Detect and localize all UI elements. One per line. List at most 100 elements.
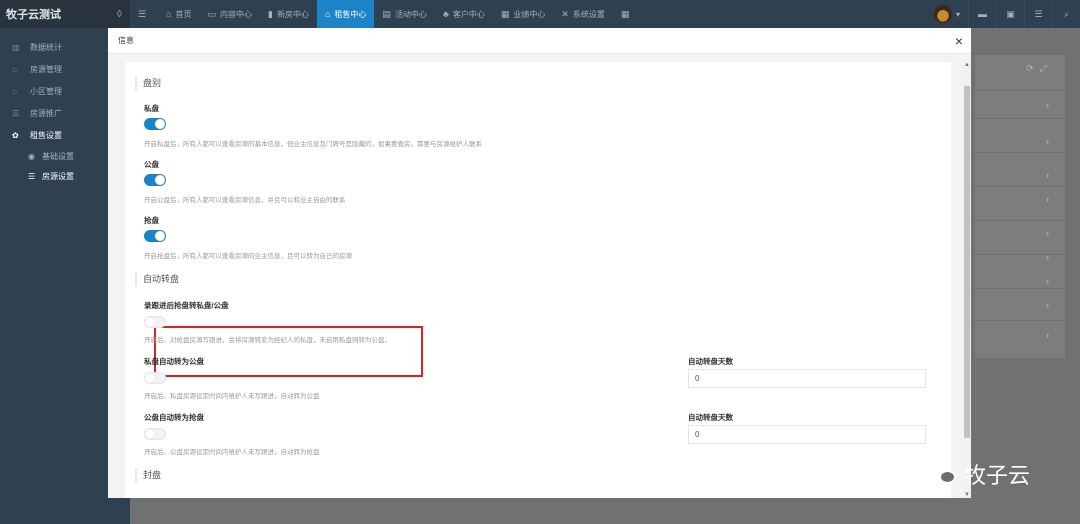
grab-label: 抢盘: [144, 216, 159, 225]
sidebar-item-label: 租售设置: [30, 130, 62, 140]
section-title-seal: 封盘: [135, 468, 161, 482]
public-auto-toggle[interactable]: [144, 428, 166, 440]
fullscreen-icon[interactable]: ▣: [996, 0, 1024, 28]
nav-item-label: 新房中心: [276, 9, 309, 19]
days2-label: 自动转盘天数: [688, 413, 733, 422]
customer-icon: ♣: [442, 9, 449, 19]
nav-item-label: 客户中心: [452, 9, 485, 19]
vertical-scrollbar[interactable]: ▲ ▼: [963, 62, 971, 498]
private-toggle[interactable]: [144, 118, 166, 130]
content-icon: ▭: [207, 8, 217, 19]
home-icon: ⌂: [166, 9, 172, 19]
nav-item-label: 租售中心: [334, 9, 367, 19]
watermark: 牧子云: [930, 458, 1030, 490]
sidebar-subitem-label: 基础设置: [42, 151, 74, 161]
nav-item-customer[interactable]: ♣ 客户中心: [435, 0, 493, 28]
chevron-right-icon: ›: [1046, 100, 1049, 110]
auto-days-input-1[interactable]: [688, 369, 926, 388]
nav-item-menu[interactable]: ☰: [130, 0, 158, 28]
panel-row-divider: [975, 186, 1065, 187]
search-icon[interactable]: ⌕: [1052, 0, 1080, 28]
chart-icon: ▥: [12, 42, 20, 52]
section-title-auto-transfer: 自动转盘: [135, 272, 179, 286]
chevron-right-icon: ›: [1046, 136, 1049, 146]
followup-label: 录跟进后抢盘转私盘/公盘: [144, 301, 229, 310]
nav-item-home[interactable]: ⌂ 首页: [158, 0, 199, 28]
nav-item-grid[interactable]: ▦: [613, 0, 642, 28]
panel-row-divider: [975, 254, 1065, 255]
settings-icon: ✕: [561, 8, 569, 19]
chevron-right-icon: ›: [1046, 276, 1049, 286]
chevron-right-icon: ›: [1046, 194, 1049, 204]
chevron-right-icon: ›: [1046, 252, 1049, 262]
watermark-text: 牧子云: [964, 463, 1031, 488]
chevron-right-icon: ›: [1046, 330, 1049, 340]
activity-icon: ▤: [382, 8, 391, 19]
sidebar-item-label: 小区管理: [30, 86, 62, 96]
sidebar-item-label: 数据统计: [30, 42, 62, 52]
grid-icon: ▦: [620, 8, 630, 19]
water-drop-icon: ◊: [117, 8, 122, 20]
scroll-up-icon[interactable]: ▲: [964, 62, 970, 68]
brand-name: 牧子云测试: [6, 9, 61, 21]
followup-toggle[interactable]: [144, 316, 166, 328]
private-auto-help: 开启后，私盘房源设定时间内维护人未写跟进，自动转为公盘: [144, 393, 320, 400]
chevron-down-icon[interactable]: ▾: [956, 10, 960, 19]
top-right-tools: ▾ ▬ ▣ ☰ ⌕: [933, 0, 1080, 28]
auto-days-input-2[interactable]: [688, 425, 926, 444]
nav-item-label: 首页: [175, 9, 192, 19]
trash-icon[interactable]: ▬: [968, 0, 996, 28]
wechat-icon: [930, 461, 958, 487]
panel-row-divider: [975, 288, 1065, 289]
section-title-pan-type: 盘别: [135, 76, 161, 90]
public-toggle[interactable]: [144, 174, 166, 186]
house-icon: ⌂: [12, 64, 17, 74]
brand: 牧子云测试 ◊: [0, 0, 130, 28]
public-label: 公盘: [144, 160, 159, 169]
avatar[interactable]: [933, 5, 952, 23]
modal-body: 盘别 私盘 开启私盘后，所有人都可以查看房源的基本信息，但业主信息及门牌号是隐藏…: [108, 54, 971, 498]
info-modal: 信息 × 盘别 私盘 开启私盘后，所有人都可以查看房源的基本信息，但业主信息及门…: [108, 28, 971, 498]
menu-icon: ☰: [138, 8, 147, 19]
chevron-right-icon: ›: [1046, 300, 1049, 310]
chevron-right-icon: ›: [1046, 228, 1049, 238]
nav-item-label: 业绩中心: [513, 9, 546, 19]
private-label: 私盘: [144, 104, 159, 113]
community-icon: ⌂: [12, 86, 17, 96]
grab-help: 开启抢盘后，所有人都可以查看房源的业主信息，且可以转为自己的房源: [144, 253, 352, 260]
panel-tool-icons: ⟳⤢: [1026, 63, 1053, 73]
nav-item-label: 内容中心: [220, 9, 253, 19]
private-auto-toggle[interactable]: [144, 372, 166, 384]
panel-row-divider: [975, 152, 1065, 153]
chevron-right-icon: ›: [1046, 170, 1049, 180]
nav-item-performance[interactable]: ▦ 业绩中心: [493, 0, 554, 28]
background-panel: [975, 55, 1065, 358]
modal-header: 信息 ×: [108, 28, 971, 54]
close-icon[interactable]: ×: [955, 34, 963, 48]
nav-item-activity[interactable]: ▤ 活动中心: [374, 0, 435, 28]
promotion-icon: ☰: [12, 108, 20, 118]
nav-item-rent[interactable]: ⌂ 租售中心: [316, 0, 375, 28]
public-auto-help: 开启后，公盘房源设定时间内维护人未写跟进，自动转为抢盘: [144, 449, 320, 456]
nav-item-label: 活动中心: [394, 9, 427, 19]
public-auto-label: 公盘自动转为抢盘: [144, 413, 204, 422]
top-navbar: 牧子云测试 ◊ ☰ ⌂ 首页 ▭ 内容中心 ▮ 新房中心 ⌂ 租售中心 ▤ 活动中心 ♣ 客户中心 ▦ 业绩…: [0, 0, 1080, 28]
nav-item-house[interactable]: ▮ 新房中心: [260, 0, 317, 28]
settings-form: 盘别 私盘 开启私盘后，所有人都可以查看房源的基本信息，但业主信息及门牌号是隐藏…: [125, 62, 951, 498]
nav-item-content[interactable]: ▭ 内容中心: [200, 0, 261, 28]
nav-item-settings[interactable]: ✕ 系统设置: [553, 0, 613, 28]
days1-label: 自动转盘天数: [688, 357, 733, 366]
sidebar-item-label: 房源推广: [30, 108, 62, 118]
panel-row-divider: [975, 90, 1065, 91]
scrollbar-thumb[interactable]: [964, 86, 970, 438]
grab-toggle[interactable]: [144, 230, 166, 242]
top-nav: ☰ ⌂ 首页 ▭ 内容中心 ▮ 新房中心 ⌂ 租售中心 ▤ 活动中心 ♣ 客户中心 ▦ 业绩中心 ✕ 系统设置 ▦: [130, 0, 641, 28]
modal-title: 信息: [118, 36, 134, 45]
circle-icon: ◉: [28, 151, 35, 161]
scroll-down-icon[interactable]: ▼: [964, 492, 970, 498]
private-auto-label: 私盘自动转为公盘: [144, 357, 204, 366]
list-icon[interactable]: ☰: [1024, 0, 1052, 28]
gear-icon: ✿: [12, 130, 19, 140]
performance-icon: ▦: [500, 8, 510, 19]
house-icon: ▮: [268, 8, 273, 19]
